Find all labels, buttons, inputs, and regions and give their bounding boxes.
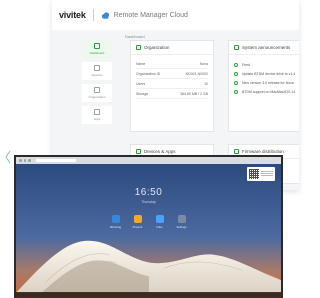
window-title-bar bbox=[16, 157, 281, 164]
organization-icon bbox=[136, 45, 141, 50]
app-label: Present bbox=[132, 225, 143, 229]
org-row: Organization ID ND001-N0002 bbox=[136, 69, 208, 79]
organization-card: Organization Name Nova Organization ID N… bbox=[130, 40, 214, 132]
card-header: System announcements bbox=[229, 41, 299, 55]
announcement-text: New version 3.0 release for Nova bbox=[242, 80, 294, 85]
mirroring-icon bbox=[111, 215, 120, 223]
org-row-label: Organization ID bbox=[136, 71, 161, 76]
announcement-item[interactable]: Feed bbox=[229, 60, 299, 69]
org-row: Storage 384.60 MB / 2 GB bbox=[136, 89, 208, 99]
organization-icon bbox=[94, 87, 100, 93]
card-title: Organization bbox=[144, 45, 170, 50]
sidebar: Dashboard Devices Organization Apps bbox=[82, 40, 112, 128]
card-title: System announcements bbox=[242, 45, 291, 50]
sidebar-item-organization[interactable]: Organization bbox=[82, 84, 112, 102]
org-row: Name Nova bbox=[136, 59, 208, 69]
files-icon bbox=[155, 215, 164, 223]
sidebar-item-dashboard[interactable]: Dashboard bbox=[82, 40, 112, 58]
app-mirroring[interactable]: Mirroring bbox=[105, 215, 127, 229]
announcement-text: Feed bbox=[242, 62, 250, 67]
announcements-card: System announcements Feed Update BTDM de… bbox=[228, 40, 299, 132]
wallpaper-image bbox=[16, 164, 281, 298]
top-bar: vivitek Remote Manager Cloud bbox=[52, 0, 299, 30]
announcement-text: BTDM support on MacMac/iOS 14 bbox=[242, 89, 296, 94]
window-dot-icon[interactable] bbox=[23, 159, 26, 162]
app-files[interactable]: Files bbox=[149, 215, 171, 229]
sidebar-item-label: Devices bbox=[91, 73, 103, 77]
apps-icon bbox=[94, 109, 100, 115]
megaphone-icon bbox=[234, 45, 239, 50]
org-row-value: ND001-N0002 bbox=[185, 71, 208, 76]
bullet-icon bbox=[234, 80, 238, 85]
breadcrumb[interactable]: Dashboard bbox=[125, 34, 145, 39]
org-row-value: 384.60 MB / 2 GB bbox=[180, 91, 208, 96]
device-icon bbox=[136, 149, 141, 154]
bullet-icon bbox=[234, 89, 238, 94]
announcement-item[interactable]: Update BTDM device drive to v1.4 bbox=[229, 69, 299, 78]
app-launcher: Mirroring Present Files Settings bbox=[16, 215, 281, 229]
org-row-label: Name bbox=[136, 61, 146, 66]
brand-logo[interactable]: vivitek bbox=[59, 10, 86, 20]
card-title: Firmware distribution bbox=[242, 149, 284, 154]
app-present[interactable]: Present bbox=[127, 215, 149, 229]
clock-time: 16:50 bbox=[134, 187, 163, 198]
card-header: Organization bbox=[131, 41, 213, 55]
connect-info-text bbox=[261, 171, 273, 177]
sidebar-item-apps[interactable]: Apps bbox=[82, 106, 112, 124]
card-title: Devices & Apps bbox=[144, 149, 176, 154]
app-title: Remote Manager Cloud bbox=[113, 11, 188, 19]
bracket-icon bbox=[5, 150, 11, 164]
app-label: Settings bbox=[176, 225, 187, 229]
sidebar-item-label: Apps bbox=[93, 117, 101, 121]
device-icon bbox=[94, 65, 100, 71]
window-dot-icon[interactable] bbox=[28, 159, 31, 162]
org-row: Users 10 bbox=[136, 79, 208, 89]
firmware-icon bbox=[234, 149, 239, 154]
present-icon bbox=[133, 215, 142, 223]
clock-date: Thursday bbox=[141, 200, 156, 204]
window-dot-icon[interactable] bbox=[19, 159, 22, 162]
app-label: Files bbox=[156, 225, 163, 229]
divider bbox=[92, 9, 94, 21]
sidebar-item-devices[interactable]: Devices bbox=[82, 62, 112, 80]
org-row-label: Storage bbox=[136, 91, 149, 96]
qr-code-icon bbox=[249, 169, 259, 179]
grid-icon bbox=[94, 43, 100, 49]
app-label: Mirroring bbox=[109, 225, 122, 229]
connect-info-panel bbox=[247, 167, 275, 181]
bullet-icon bbox=[234, 71, 238, 76]
org-row-value: 10 bbox=[204, 81, 208, 86]
announcement-item[interactable]: BTDM support on MacMac/iOS 14 bbox=[229, 87, 299, 96]
announcement-item[interactable]: New version 3.0 release for Nova bbox=[229, 78, 299, 87]
app-settings[interactable]: Settings bbox=[171, 215, 193, 229]
bullet-icon bbox=[234, 62, 238, 67]
org-row-label: Users bbox=[136, 81, 146, 86]
sidebar-item-label: Dashboard bbox=[89, 51, 105, 55]
address-field[interactable] bbox=[35, 159, 76, 162]
org-row-value: Nova bbox=[199, 61, 208, 66]
announcement-text: Update BTDM device drive to v1.4 bbox=[242, 71, 296, 76]
sidebar-item-label: Organization bbox=[88, 95, 106, 99]
cloud-icon bbox=[101, 11, 109, 19]
settings-icon bbox=[177, 215, 186, 223]
projected-desktop-window: 16:50 Thursday Mirroring Present Files S… bbox=[14, 155, 283, 298]
